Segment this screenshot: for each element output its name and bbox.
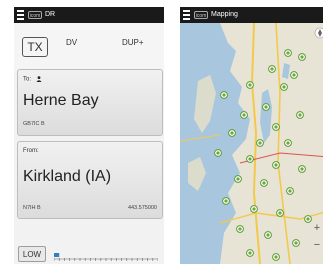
from-frequency: 443.575000 (127, 205, 157, 211)
repeater-marker-icon[interactable] (214, 149, 222, 157)
repeater-marker-icon[interactable] (298, 53, 306, 61)
repeater-marker-icon[interactable] (268, 65, 276, 73)
menu-icon[interactable] (183, 10, 190, 20)
repeater-marker-icon[interactable] (246, 81, 254, 89)
screen-title: DR (45, 11, 56, 18)
zoom-out-button[interactable]: − (311, 239, 323, 251)
to-callsign: GB7IC B (23, 121, 45, 127)
signal-meter (54, 253, 158, 261)
repeater-marker-icon[interactable] (246, 155, 254, 163)
repeater-marker-icon[interactable] (220, 91, 228, 99)
screen-title: Mapping (211, 11, 238, 18)
tx-button[interactable]: TX (22, 37, 48, 57)
app-logo: icom (194, 11, 208, 19)
from-callsign: N7IH B (23, 205, 41, 211)
repeater-marker-icon[interactable] (292, 239, 300, 247)
repeater-marker-icon[interactable] (272, 123, 280, 131)
repeater-marker-icon[interactable] (256, 139, 264, 147)
to-label: To: (23, 76, 32, 83)
zoom-in-button[interactable]: + (311, 222, 323, 234)
dr-screen: icom DR TX DV DUP+ To: Herne Bay GB7IC B… (14, 7, 164, 264)
repeater-marker-icon[interactable] (272, 161, 280, 169)
repeater-marker-icon[interactable] (240, 111, 248, 119)
from-card[interactable]: From: Kirkland (IA) N7IH B 443.575000 (17, 141, 163, 219)
person-icon (36, 76, 42, 82)
repeater-marker-icon[interactable] (222, 197, 230, 205)
signal-level-fill (54, 253, 60, 257)
bottom-bar: LOW (14, 243, 164, 264)
repeater-marker-icon[interactable] (262, 103, 270, 111)
repeater-marker-icon[interactable] (272, 253, 280, 261)
to-card[interactable]: To: Herne Bay GB7IC B (17, 69, 163, 136)
repeater-marker-icon[interactable] (284, 139, 292, 147)
duplex-label[interactable]: DUP+ (122, 38, 144, 47)
meter-ticks (54, 258, 158, 261)
to-label-row: To: (23, 76, 42, 83)
repeater-marker-icon[interactable] (246, 249, 254, 257)
repeater-marker-icon[interactable] (298, 165, 306, 173)
repeater-marker-icon[interactable] (280, 83, 288, 91)
mode-row: TX DV DUP+ (14, 23, 164, 71)
repeater-marker-icon[interactable] (296, 111, 304, 119)
repeater-marker-icon[interactable] (264, 231, 272, 239)
status-bar: icom DR (14, 7, 164, 23)
repeater-marker-icon[interactable] (236, 225, 244, 233)
repeater-marker-icon[interactable] (250, 205, 258, 213)
repeater-marker-icon[interactable] (228, 129, 236, 137)
app-logo: icom (28, 11, 42, 19)
power-low-button[interactable]: LOW (18, 246, 46, 262)
repeater-marker-icon[interactable] (276, 209, 284, 217)
from-label: From: (23, 148, 39, 154)
compass-icon (314, 27, 323, 39)
to-name: Herne Bay (23, 92, 99, 109)
mode-dv-label[interactable]: DV (66, 38, 77, 47)
repeater-marker-icon[interactable] (284, 49, 292, 57)
repeater-marker-icon[interactable] (290, 71, 298, 79)
from-name: Kirkland (IA) (23, 168, 112, 185)
repeater-marker-icon[interactable] (234, 175, 242, 183)
repeater-marker-icon[interactable] (260, 179, 268, 187)
status-bar-mapping: icom Mapping (180, 7, 323, 23)
repeater-marker-icon[interactable] (286, 187, 294, 195)
menu-icon[interactable] (17, 10, 24, 20)
map-view[interactable] (180, 23, 323, 264)
mapping-screen: icom Mapping + − (180, 7, 323, 264)
